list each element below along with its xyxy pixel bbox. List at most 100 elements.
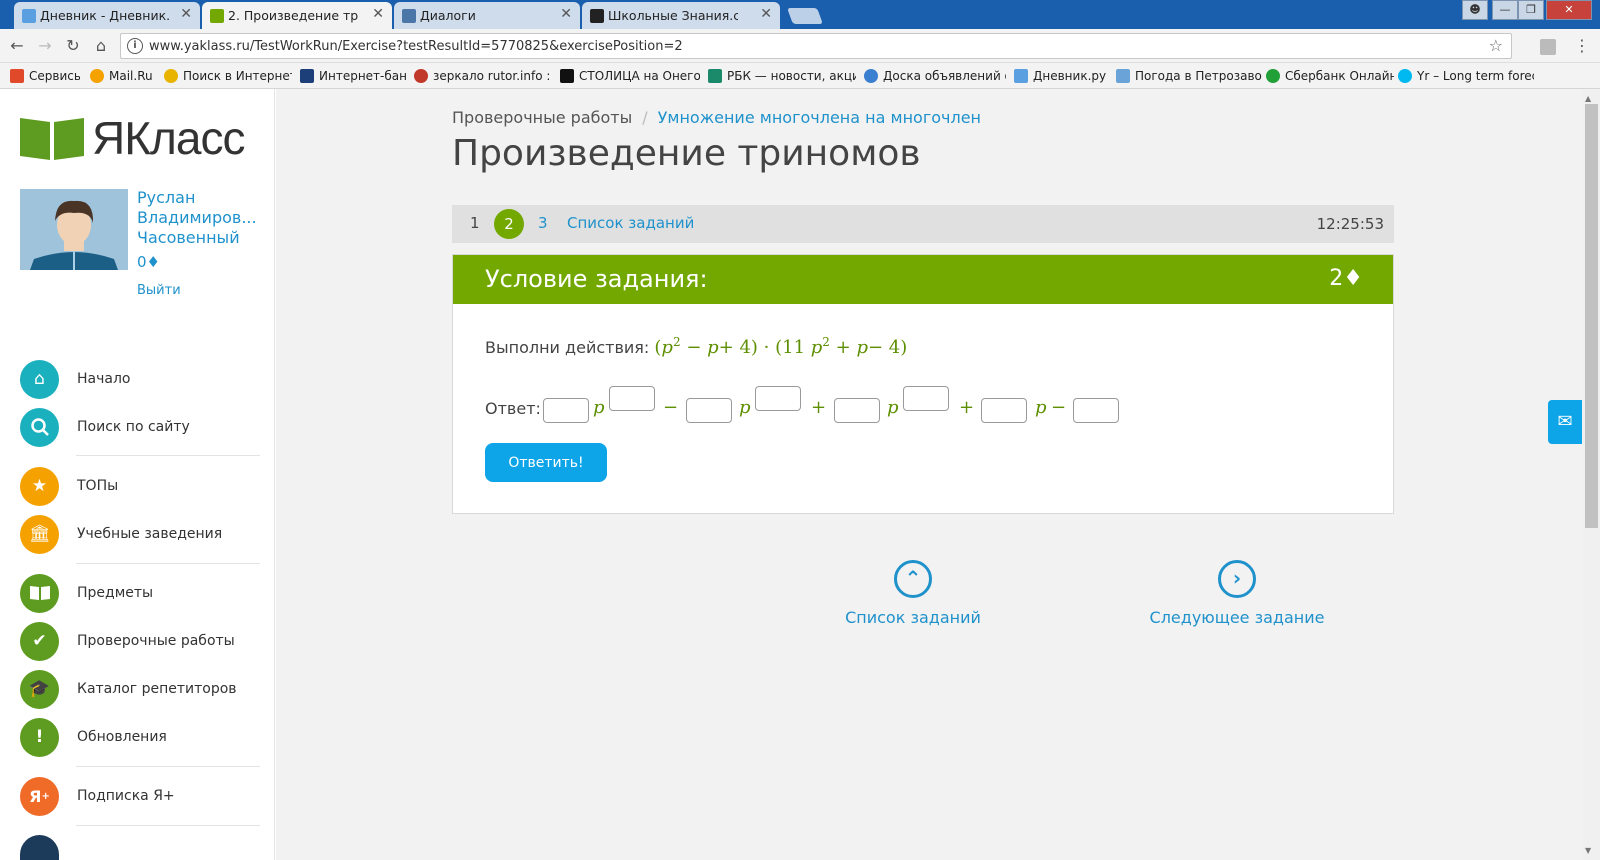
answer-coefficient-1-input[interactable] <box>543 398 589 423</box>
question-2-current[interactable]: 2 <box>494 209 524 239</box>
browser-tab-dnevnik[interactable]: Дневник - Дневник.ру ✕ <box>14 2 200 29</box>
home-icon[interactable]: ⌂ <box>90 35 112 57</box>
sidebar-item-updates[interactable]: ! Обновления <box>20 717 260 757</box>
sidebar-item-subscription[interactable]: Я + Подписка Я+ <box>20 776 260 816</box>
search-icon <box>20 407 59 447</box>
scrollbar-thumb[interactable] <box>1585 104 1598 528</box>
book-icon <box>20 573 59 613</box>
bookmark-weather[interactable]: Погода в Петрозавод <box>1116 67 1262 85</box>
address-bar[interactable]: i ☆ <box>120 33 1512 59</box>
feedback-mail-button[interactable]: ✉ <box>1548 400 1582 444</box>
answer-coefficient-2-input[interactable] <box>686 398 732 423</box>
nav-divider <box>76 455 260 456</box>
bookmark-services[interactable]: Сервисы <box>10 67 80 85</box>
bookmark-rbc[interactable]: РБК — новости, акци <box>708 67 856 85</box>
window-close-icon[interactable]: ✕ <box>1546 0 1592 20</box>
profile-icon[interactable]: ☻ <box>1462 0 1488 20</box>
next-task-button[interactable]: › Следующее задание <box>1127 560 1347 627</box>
bookmark-sberbank[interactable]: Сбербанк Онлайн <box>1266 67 1394 85</box>
task-list-button[interactable]: ⌃ Список заданий <box>803 560 1023 627</box>
answer-coefficient-4-input[interactable] <box>981 398 1027 423</box>
minus-sign: − <box>663 397 679 418</box>
url-input[interactable] <box>149 37 1469 55</box>
site-info-icon[interactable]: i <box>127 38 143 54</box>
scroll-up-arrow-icon[interactable]: ▲ <box>1585 94 1591 103</box>
answer-exponent-3-input[interactable] <box>903 386 949 411</box>
browser-tab-strip: Дневник - Дневник.ру ✕ 2. Произведение т… <box>0 0 1600 29</box>
znaniya-favicon-icon <box>590 9 604 23</box>
browser-tab-yaklass[interactable]: 2. Произведение трино ✕ <box>202 2 392 29</box>
ya-plus-icon: Я + <box>20 776 59 816</box>
bookmark-doska[interactable]: Доска объявлений о <box>864 67 1006 85</box>
exclamation-icon: ! <box>20 717 59 757</box>
answer-label: Ответ: <box>485 399 541 418</box>
doska-icon <box>864 69 878 83</box>
browser-tab-znaniya[interactable]: Школьные Знания.com ✕ <box>582 2 780 29</box>
minimize-icon[interactable]: — <box>1492 0 1518 20</box>
yaklass-logo-icon[interactable] <box>20 116 84 160</box>
variable-p: p <box>593 397 605 418</box>
chevron-right-icon: › <box>1218 560 1256 598</box>
plus-sign: + <box>811 397 827 418</box>
sidebar-item-tests[interactable]: ✔ Проверочные работы <box>20 621 260 661</box>
bookmark-stolitsa[interactable]: СТОЛИЦА на Онего <box>560 67 700 85</box>
bookmark-rutor[interactable]: зеркало rutor.info :: К <box>414 67 550 85</box>
browser-tab-dialogs[interactable]: Диалоги ✕ <box>394 2 580 29</box>
answer-exponent-2-input[interactable] <box>755 386 801 411</box>
close-icon[interactable]: ✕ <box>760 6 772 22</box>
browser-toolbar: ← → ↻ ⌂ i ☆ ⋮ <box>0 29 1600 63</box>
task-header-title: Условие задания: <box>485 265 708 293</box>
star-icon: ★ <box>20 466 59 506</box>
answer-constant-input[interactable] <box>1073 398 1119 423</box>
bookmark-dnevnik[interactable]: Дневник.ру <box>1014 67 1110 85</box>
answer-row: Ответ: p − p + p + p − <box>485 386 1185 429</box>
answer-exponent-1-input[interactable] <box>609 386 655 411</box>
breadcrumb-tests-link[interactable]: Проверочные работы <box>452 108 632 127</box>
bank-icon <box>300 69 314 83</box>
reload-icon[interactable]: ↻ <box>62 35 84 57</box>
bookmark-star-icon[interactable]: ☆ <box>1489 36 1503 55</box>
maximize-icon[interactable]: ❐ <box>1518 0 1544 20</box>
user-name[interactable]: Руслан Владимиров... Часовенный <box>137 188 257 248</box>
rbc-icon <box>708 69 722 83</box>
bookmark-yr[interactable]: Yr – Long term foreca <box>1398 67 1534 85</box>
user-balance[interactable]: 0♦ <box>137 253 160 271</box>
close-icon[interactable]: ✕ <box>372 6 384 22</box>
back-arrow-icon[interactable]: ← <box>6 35 28 57</box>
task-header: Условие задания: 2♦ <box>453 255 1393 304</box>
sidebar-item-home[interactable]: ⌂ Начало <box>20 359 260 399</box>
bookmark-search[interactable]: Поиск в Интернете <box>164 67 292 85</box>
rutor-icon <box>414 69 428 83</box>
chevron-up-icon: ⌃ <box>894 560 932 598</box>
sidebar-item-partial[interactable] <box>20 835 59 860</box>
forward-arrow-icon[interactable]: → <box>34 35 56 57</box>
dnevnik-favicon-icon <box>22 9 36 23</box>
breadcrumb-topic-link[interactable]: Умножение многочлена на многочлен <box>658 108 981 127</box>
apps-grid-icon <box>10 69 24 83</box>
close-icon[interactable]: ✕ <box>180 6 192 22</box>
bookmark-internet-bank[interactable]: Интернет-банк <box>300 67 408 85</box>
weather-icon <box>1116 69 1130 83</box>
avatar[interactable] <box>20 189 128 270</box>
yaklass-logo-text[interactable]: ЯКласс <box>92 111 245 165</box>
logout-link[interactable]: Выйти <box>137 283 181 298</box>
submit-answer-button[interactable]: Ответить! <box>485 443 607 482</box>
new-tab-button[interactable] <box>787 8 823 24</box>
bookmark-mailru[interactable]: Mail.Ru <box>90 67 154 85</box>
extension-icon[interactable] <box>1540 39 1556 55</box>
close-icon[interactable]: ✕ <box>560 6 572 22</box>
sidebar-item-subjects[interactable]: Предметы <box>20 573 260 613</box>
nav-divider <box>76 766 260 767</box>
sidebar-item-search[interactable]: Поиск по сайту <box>20 407 260 447</box>
sidebar-item-schools[interactable]: 🏛 Учебные заведения <box>20 514 260 554</box>
question-3-link[interactable]: 3 <box>538 214 548 232</box>
sidebar-item-tutors[interactable]: 🎓 Каталог репетиторов <box>20 669 260 709</box>
sidebar-item-tops[interactable]: ★ ТОПы <box>20 466 260 506</box>
answer-coefficient-3-input[interactable] <box>834 398 880 423</box>
task-list-link[interactable]: Список заданий <box>567 214 694 232</box>
menu-dots-icon[interactable]: ⋮ <box>1574 36 1590 55</box>
scroll-down-arrow-icon[interactable]: ▼ <box>1585 846 1591 855</box>
task-points: 2♦ <box>1329 266 1363 291</box>
school-icon: 🏛 <box>20 514 59 554</box>
question-1-link[interactable]: 1 <box>470 214 480 232</box>
